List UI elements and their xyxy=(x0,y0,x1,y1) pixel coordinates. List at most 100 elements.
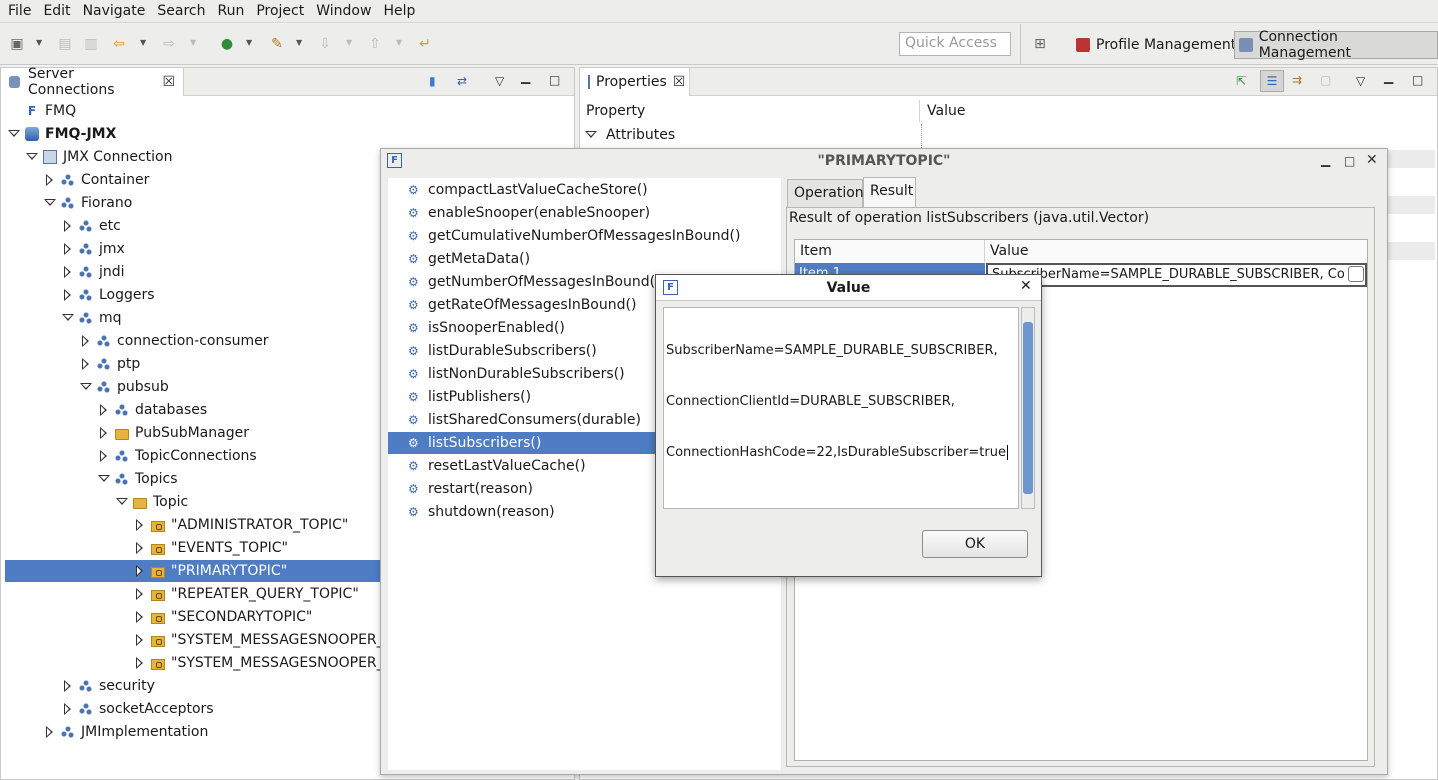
tree-item[interactable]: "SECONDARYTOPIC" xyxy=(1,606,312,628)
chevron-down-icon[interactable]: ▼ xyxy=(190,38,196,47)
prev-annotation-icon[interactable]: ⇧ xyxy=(366,35,384,53)
expand-toggle-icon[interactable] xyxy=(97,426,111,440)
tree-item[interactable]: "ADMINISTRATOR_TOPIC" xyxy=(1,514,348,536)
tree-item[interactable]: "REPEATER_QUERY_TOPIC" xyxy=(1,583,359,605)
tree-item[interactable]: Topic xyxy=(1,491,188,513)
collapse-all-icon[interactable]: ▮ xyxy=(429,74,436,88)
expand-toggle-icon[interactable] xyxy=(61,265,75,279)
column-property[interactable]: Property xyxy=(580,100,920,122)
maximize-icon[interactable]: □ xyxy=(549,73,560,87)
new-icon[interactable]: ▣ xyxy=(8,35,26,53)
expand-toggle-icon[interactable] xyxy=(133,633,147,647)
tree-item[interactable]: PubSubManager xyxy=(1,422,249,444)
close-icon[interactable]: ✕ xyxy=(1020,278,1032,294)
show-advanced-icon[interactable]: ⇉ xyxy=(1292,73,1302,87)
expand-toggle-icon[interactable] xyxy=(79,334,93,348)
column-value[interactable]: Value xyxy=(921,100,1431,122)
expand-toggle-icon[interactable] xyxy=(61,219,75,233)
tree-item[interactable]: databases xyxy=(1,399,207,421)
minimize-icon[interactable]: ▁ xyxy=(521,70,530,84)
tree-item[interactable]: "SYSTEM_MESSAGESNOOPER_T( xyxy=(1,652,398,674)
tree-item[interactable]: jmx xyxy=(1,238,125,260)
tree-item[interactable]: mq xyxy=(1,307,122,329)
operation-item[interactable]: ⚙ getCumulativeNumberOfMessagesInBound() xyxy=(388,225,781,247)
print-icon[interactable]: ▥ xyxy=(82,35,100,53)
expand-toggle-icon[interactable] xyxy=(79,357,93,371)
expand-toggle-icon[interactable] xyxy=(133,610,147,624)
expand-toggle-icon[interactable] xyxy=(61,679,75,693)
tab-properties[interactable]: Properties ☒ xyxy=(580,68,690,96)
chevron-down-icon[interactable]: ▼ xyxy=(246,38,252,47)
chevron-down-icon[interactable]: ▼ xyxy=(140,38,146,47)
vertical-scrollbar[interactable] xyxy=(1021,307,1035,509)
connection-management-perspective[interactable]: Connection Management xyxy=(1234,29,1438,61)
close-icon[interactable]: ✕ xyxy=(1366,152,1378,168)
collapse-toggle-icon[interactable] xyxy=(61,311,75,325)
collapse-toggle-icon[interactable] xyxy=(43,196,57,210)
quick-access-input[interactable]: Quick Access xyxy=(899,32,1011,56)
pin-icon[interactable]: ⇱ xyxy=(1236,74,1246,88)
tree-item[interactable]: TopicConnections xyxy=(1,445,257,467)
run-icon[interactable]: ● xyxy=(218,35,236,53)
tree-item[interactable]: FMQ-JMX xyxy=(1,123,116,145)
tree-item[interactable]: F FMQ xyxy=(1,100,76,122)
expand-toggle-icon[interactable] xyxy=(61,288,75,302)
expand-toggle-icon[interactable] xyxy=(43,725,57,739)
expand-toggle-icon[interactable] xyxy=(61,242,75,256)
menu-search[interactable]: Search xyxy=(153,3,209,19)
tree-item[interactable]: connection-consumer xyxy=(1,330,269,352)
profile-management-perspective[interactable]: Profile Management xyxy=(1072,31,1242,59)
menu-navigate[interactable]: Navigate xyxy=(79,3,150,19)
external-tools-icon[interactable]: ✎ xyxy=(268,35,286,53)
tree-item[interactable]: etc xyxy=(1,215,121,237)
minimize-icon[interactable]: ▁ xyxy=(1384,70,1393,84)
tree-item[interactable]: security xyxy=(1,675,155,697)
expand-toggle-icon[interactable] xyxy=(133,541,147,555)
value-textarea[interactable]: SubscriberName=SAMPLE_DURABLE_SUBSCRIBER… xyxy=(663,307,1019,509)
open-perspective-icon[interactable]: ⊞ xyxy=(1031,35,1049,53)
column-item[interactable]: Item xyxy=(795,240,985,262)
expand-toggle-icon[interactable] xyxy=(133,656,147,670)
tree-item[interactable]: JMImplementation xyxy=(1,721,208,743)
collapse-toggle-icon[interactable] xyxy=(25,150,39,164)
menu-help[interactable]: Help xyxy=(379,3,419,19)
tab-server-connections[interactable]: Server Connections ☒ xyxy=(1,66,184,98)
menu-file[interactable]: File xyxy=(4,3,35,19)
back-icon[interactable]: ⇦ xyxy=(110,35,128,53)
close-icon[interactable]: ☒ xyxy=(162,74,175,90)
save-icon[interactable]: ▤ xyxy=(56,35,74,53)
tree-item[interactable]: pubsub xyxy=(1,376,169,398)
collapse-toggle-icon[interactable] xyxy=(79,380,93,394)
column-value[interactable]: Value xyxy=(985,240,1367,262)
next-annotation-icon[interactable]: ⇩ xyxy=(316,35,334,53)
close-icon[interactable]: ☒ xyxy=(673,74,686,90)
scrollbar-thumb[interactable] xyxy=(1023,322,1033,494)
tree-item[interactable]: socketAcceptors xyxy=(1,698,214,720)
expand-toggle-icon[interactable] xyxy=(133,518,147,532)
tree-item[interactable]: Container xyxy=(1,169,149,191)
tab-result[interactable]: Result xyxy=(863,177,916,207)
last-edit-icon[interactable]: ↵ xyxy=(416,35,434,53)
expand-toggle-icon[interactable] xyxy=(133,587,147,601)
tab-operation[interactable]: Operation xyxy=(787,179,864,207)
operation-item[interactable]: ⚙ getMetaData() xyxy=(388,248,781,270)
collapse-toggle-icon[interactable] xyxy=(7,127,21,141)
ok-button[interactable]: OK xyxy=(922,530,1028,558)
tree-item[interactable]: "SYSTEM_MESSAGESNOOPER_Q xyxy=(1,629,395,651)
operation-item[interactable]: ⚙ enableSnooper(enableSnooper) xyxy=(388,202,781,224)
collapse-toggle-icon[interactable] xyxy=(97,472,111,486)
expand-toggle-icon[interactable] xyxy=(43,173,57,187)
menu-project[interactable]: Project xyxy=(252,3,308,19)
chevron-down-icon[interactable]: ▼ xyxy=(36,38,42,47)
tree-item[interactable]: Loggers xyxy=(1,284,155,306)
expand-toggle-icon[interactable] xyxy=(97,403,111,417)
ellipsis-button[interactable] xyxy=(1348,266,1364,282)
attributes-group-row[interactable]: Attributes xyxy=(580,124,1431,146)
tree-item[interactable]: JMX Connection xyxy=(1,146,172,168)
tree-item[interactable]: Fiorano xyxy=(1,192,132,214)
view-menu-icon[interactable]: ▽ xyxy=(1356,74,1365,88)
tree-item[interactable]: "EVENTS_TOPIC" xyxy=(1,537,288,559)
menu-edit[interactable]: Edit xyxy=(39,3,74,19)
chevron-down-icon[interactable]: ▼ xyxy=(346,38,352,47)
minimize-icon[interactable]: ▁ xyxy=(1321,153,1330,167)
